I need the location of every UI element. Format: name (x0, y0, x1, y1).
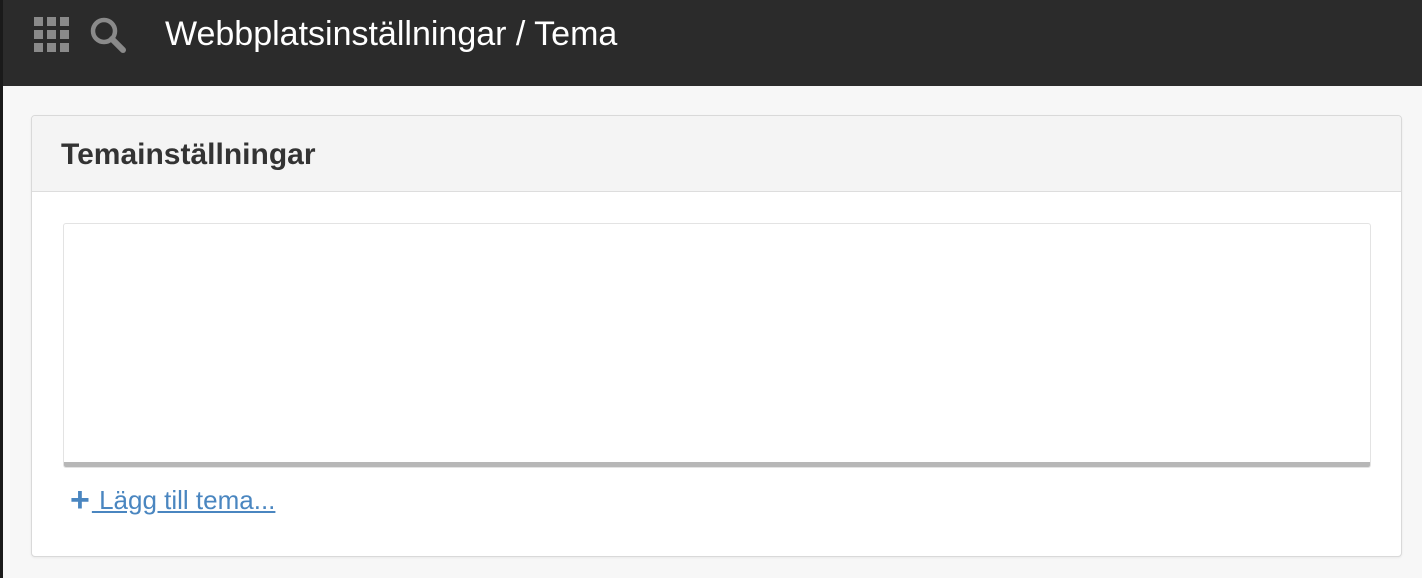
waffle-grid-icon[interactable] (34, 17, 70, 53)
window-edge (0, 0, 3, 578)
horizontal-scrollbar[interactable] (64, 462, 1370, 467)
search-icon[interactable] (88, 15, 128, 55)
plus-icon: + (70, 481, 90, 519)
panel-header: Temainställningar (32, 116, 1401, 192)
add-theme-label: Lägg till tema... (91, 485, 276, 515)
theme-list (63, 223, 1371, 468)
theme-settings-panel: Temainställningar + Lägg till tema... (31, 115, 1402, 557)
top-bar: Webbplatsinställningar / Tema (0, 0, 1422, 578)
add-theme-link[interactable]: + Lägg till tema... (70, 482, 275, 518)
panel-heading: Temainställningar (61, 138, 316, 171)
page-title: Webbplatsinställningar / Tema (165, 15, 618, 53)
